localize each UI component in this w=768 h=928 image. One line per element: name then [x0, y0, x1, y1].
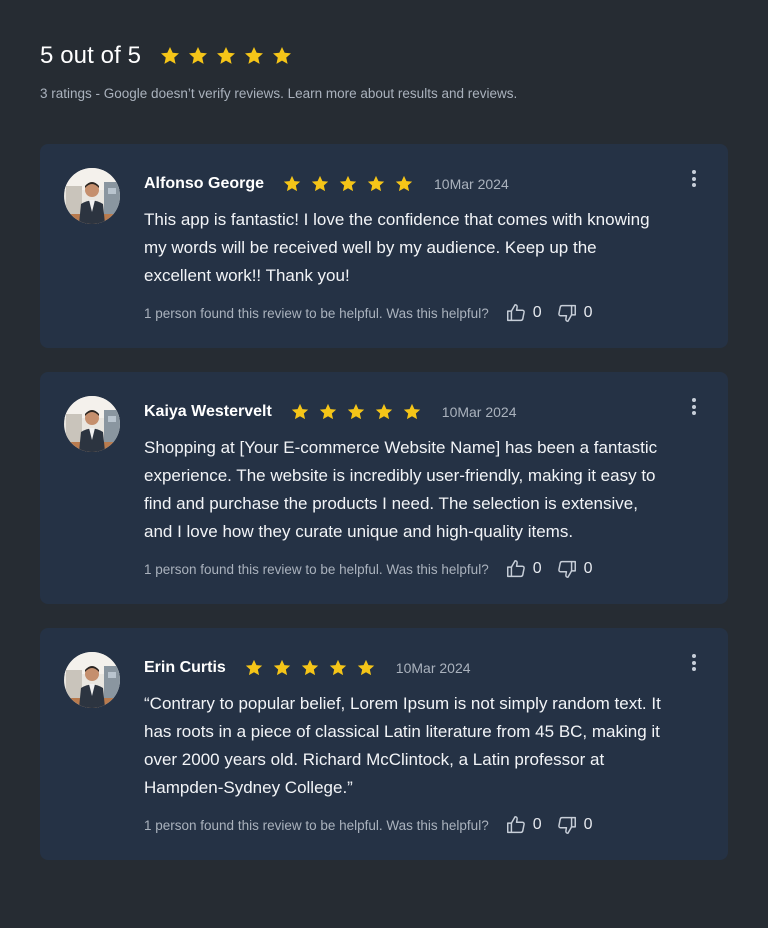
reviewer-name: Erin Curtis: [144, 659, 226, 676]
star-icon: [339, 175, 357, 192]
thumbs-up-icon: [506, 304, 525, 322]
review-footer: 1 person found this review to be helpful…: [144, 302, 704, 324]
reviewer-name: Kaiya Westervelt: [144, 403, 272, 420]
star-icon: [273, 47, 292, 64]
helpful-prompt: 1 person found this review to be helpful…: [144, 305, 489, 321]
reviews-list: Alfonso George 10Mar 2024 This app is fa…: [40, 144, 728, 884]
review-content: Kaiya Westervelt 10Mar 2024 Shopping at …: [144, 396, 704, 580]
dislike-count: 0: [583, 816, 593, 833]
star-icon: [357, 659, 374, 676]
review-content: Alfonso George 10Mar 2024 This app is fa…: [144, 168, 704, 324]
more-options-button[interactable]: [688, 170, 700, 188]
review-card: Kaiya Westervelt 10Mar 2024 Shopping at …: [40, 372, 728, 604]
thumbs-down-icon: [557, 304, 576, 322]
review-card: Erin Curtis 10Mar 2024 “Contrary to popu…: [40, 628, 728, 860]
star-icon: [395, 175, 413, 192]
more-options-button[interactable]: [688, 654, 700, 672]
thumbs-down-button[interactable]: 0: [556, 558, 593, 580]
summary-stars: [159, 45, 299, 67]
review-date: 10Mar 2024: [441, 404, 517, 420]
review-text: Shopping at [Your E-commerce Website Nam…: [144, 438, 658, 541]
star-icon: [291, 403, 308, 420]
like-count: 0: [532, 560, 542, 577]
star-icon: [273, 659, 290, 676]
review-date: 10Mar 2024: [434, 176, 509, 192]
review-text: “Contrary to popular belief, Lorem Ipsum…: [144, 694, 661, 797]
summary-header: 5 out of 5: [40, 40, 517, 72]
star-icon: [367, 175, 385, 192]
review-header: Kaiya Westervelt 10Mar 2024: [144, 398, 704, 426]
star-icon: [283, 175, 301, 192]
avatar[interactable]: [64, 396, 120, 452]
review-text: This app is fantastic! I love the confid…: [144, 210, 650, 285]
star-icon: [311, 175, 329, 192]
review-card: Alfonso George 10Mar 2024 This app is fa…: [40, 144, 728, 348]
star-icon: [161, 47, 180, 64]
reviewer-name: Alfonso George: [144, 175, 265, 192]
review-footer: 1 person found this review to be helpful…: [144, 814, 704, 836]
like-count: 0: [532, 304, 542, 321]
avatar[interactable]: [64, 168, 120, 224]
dislike-count: 0: [583, 304, 593, 321]
ratings-summary: 5 out of 5 3 ratings - Google doesn’t ve…: [40, 40, 517, 101]
star-icon: [245, 659, 262, 676]
thumbs-down-button[interactable]: 0: [556, 302, 593, 324]
dislike-count: 0: [583, 560, 593, 577]
thumbs-up-icon: [506, 560, 525, 578]
review-footer: 1 person found this review to be helpful…: [144, 558, 704, 580]
review-header: Alfonso George 10Mar 2024: [144, 170, 704, 198]
review-header: Erin Curtis 10Mar 2024: [144, 654, 704, 682]
star-icon: [347, 403, 364, 420]
like-count: 0: [532, 816, 542, 833]
thumbs-down-icon: [557, 816, 576, 834]
summary-title: 5 out of 5: [40, 42, 142, 69]
thumbs-up-button[interactable]: 0: [505, 302, 542, 324]
thumbs-up-icon: [506, 816, 525, 834]
thumbs-up-button[interactable]: 0: [505, 558, 542, 580]
star-icon: [319, 403, 336, 420]
helpful-prompt: 1 person found this review to be helpful…: [144, 817, 489, 833]
review-date: 10Mar 2024: [395, 660, 471, 676]
star-icon: [375, 403, 392, 420]
star-icon: [403, 403, 420, 420]
thumbs-up-button[interactable]: 0: [505, 814, 542, 836]
star-icon: [329, 659, 346, 676]
star-icon: [301, 659, 318, 676]
thumbs-down-icon: [557, 560, 576, 578]
review-content: Erin Curtis 10Mar 2024 “Contrary to popu…: [144, 652, 704, 836]
star-icon: [217, 47, 236, 64]
summary-subtitle[interactable]: 3 ratings - Google doesn’t verify review…: [40, 86, 517, 101]
more-options-button[interactable]: [688, 398, 700, 416]
star-icon: [189, 47, 208, 64]
helpful-prompt: 1 person found this review to be helpful…: [144, 561, 489, 577]
thumbs-down-button[interactable]: 0: [556, 814, 593, 836]
star-icon: [245, 47, 264, 64]
avatar[interactable]: [64, 652, 120, 708]
